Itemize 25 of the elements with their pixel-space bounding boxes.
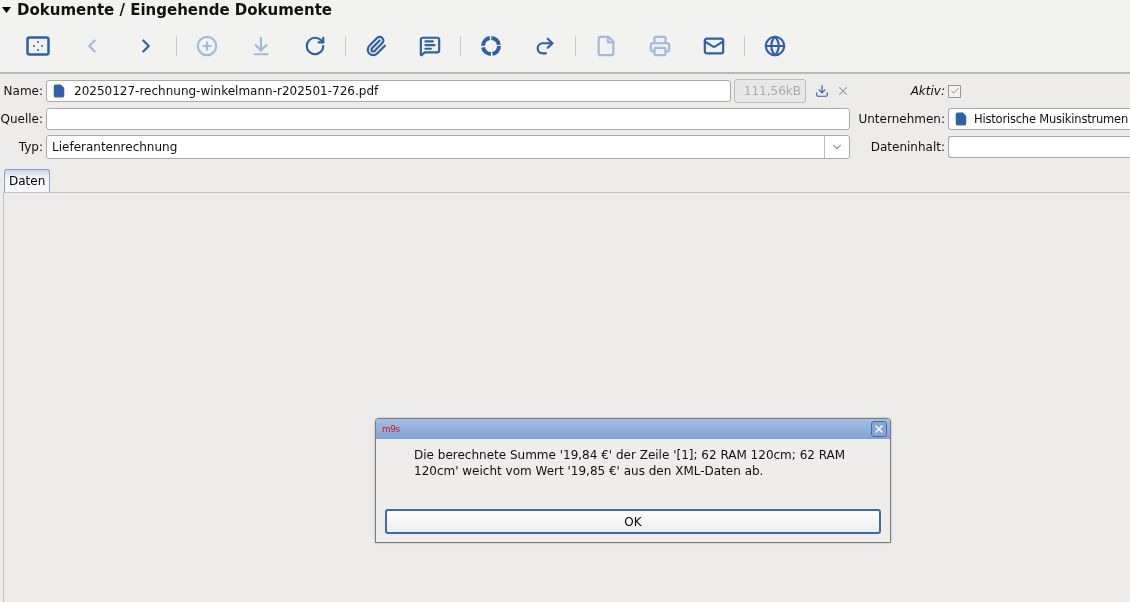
field-label: Unternehmen:	[858, 112, 945, 126]
type-dropdown[interactable]: Lieferantenrechnung	[46, 135, 850, 159]
quelle-field[interactable]	[46, 108, 850, 130]
name-field[interactable]: 20250127-rechnung-winkelmann-r202501-726.pdf	[46, 80, 731, 102]
document-icon	[954, 112, 968, 126]
tab[interactable]: Daten	[4, 169, 51, 192]
app-logo: m9s	[382, 424, 400, 434]
download-icon[interactable]	[815, 84, 829, 98]
collapse-caret-icon[interactable]	[2, 7, 11, 13]
field-label: Aktiv:	[910, 84, 945, 98]
check-icon	[949, 86, 960, 96]
document-icon	[52, 84, 66, 98]
company-field[interactable]: Historische Musikinstrumen	[948, 108, 1130, 130]
field-label: Typ:	[18, 140, 43, 154]
dialog-message: Die berechnete Summe '19,84 €' der Zeile '[1]; 62 RAM 120cm; 62 RAM 120cm' weicht vom Wert '19,85 €' aus den XML-Daten ab.	[414, 447, 847, 479]
close-button[interactable]	[871, 421, 887, 437]
field-label: Dateninhalt:	[870, 140, 945, 154]
close-icon	[873, 423, 885, 435]
ok-button[interactable]: OK	[385, 509, 881, 534]
section-title: Dokumente / Eingehende Dokumente	[17, 1, 333, 19]
field-label: Name:	[3, 84, 43, 98]
file-size-field: 111,56kB	[734, 79, 806, 103]
aktiv-checkbox[interactable]	[948, 84, 961, 98]
dateninhalt-field[interactable]	[948, 136, 1130, 158]
field-label: Quelle:	[0, 112, 43, 126]
